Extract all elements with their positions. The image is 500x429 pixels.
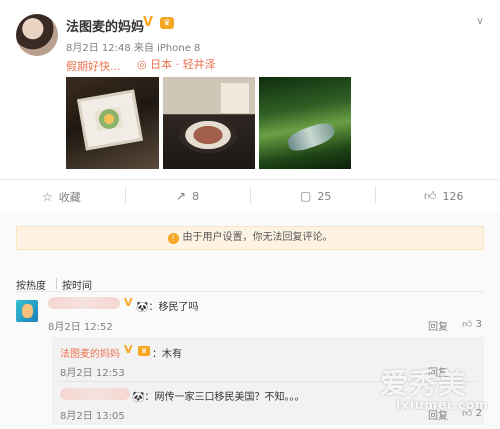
comment-like-button[interactable]: 👍︎ 3	[462, 318, 482, 330]
reply-time: 8月2日 12:53	[60, 368, 125, 379]
comment-time: 8月2日 12:52	[48, 322, 113, 333]
comment-button[interactable]: ▢ 25	[300, 189, 331, 203]
comment-icon: ▢	[300, 189, 312, 203]
reply-body: ：网传一家三口移民美国？不知。。。	[144, 392, 305, 403]
reply-text: 🐼：网传一家三口移民美国？不知。。。	[132, 388, 304, 403]
comment-count: 25	[317, 190, 332, 203]
divider	[56, 278, 57, 289]
post-source: iPhone 8	[157, 43, 201, 54]
blurred-username[interactable]	[48, 297, 120, 309]
sort-by-hot[interactable]: 按热度	[16, 277, 46, 292]
verified-badge-icon: V	[143, 15, 154, 30]
member-crown-icon: ♛	[138, 346, 150, 356]
divider	[125, 186, 126, 204]
chevron-down-icon[interactable]: ∨	[476, 14, 484, 27]
share-button[interactable]: ↗ 8	[176, 189, 199, 203]
collect-button[interactable]: ☆ 收藏	[42, 189, 81, 205]
photo-forest-stream[interactable]	[259, 77, 351, 169]
reply-username[interactable]: 法图麦的妈妈	[60, 345, 120, 360]
reply-text: ：木有	[152, 349, 182, 360]
divider	[250, 186, 251, 204]
share-count: 8	[192, 190, 200, 203]
thumbs-up-icon: 👍︎	[462, 319, 473, 330]
collect-label: 收藏	[58, 191, 81, 204]
like-button[interactable]: 👍︎ 126	[424, 189, 464, 204]
panda-emoji-icon: 🐼	[136, 302, 149, 313]
sort-by-time[interactable]: 按时间	[62, 277, 92, 292]
post-location[interactable]: ◎ 日本 · 轻井泽	[137, 56, 216, 72]
member-crown-icon: ♛	[160, 17, 174, 29]
panda-emoji-icon: 🐼	[132, 392, 145, 403]
verified-badge-icon: V	[124, 343, 133, 356]
divider	[375, 186, 376, 204]
photo-food-tray[interactable]	[66, 77, 159, 169]
location-pin-icon: ◎	[137, 58, 147, 71]
photo-restaurant-plate[interactable]	[163, 77, 255, 169]
location-label: 日本 · 轻井泽	[150, 58, 216, 71]
post-username[interactable]: 法图麦的妈妈	[66, 16, 144, 35]
post-meta: 8月2日 12:48 来自 iPhone 8	[66, 39, 200, 54]
reply-restriction-notice: ! 由于用户设置，你无法回复评论。	[16, 226, 484, 250]
blurred-username[interactable]	[60, 388, 130, 400]
star-icon: ☆	[42, 190, 53, 204]
reply-button[interactable]: 回复	[428, 318, 448, 333]
post-date[interactable]: 8月2日 12:48	[66, 43, 131, 54]
warning-icon: !	[167, 233, 179, 244]
verified-badge-icon: V	[124, 296, 133, 309]
thumbs-up-icon: 👍︎	[424, 189, 437, 203]
comment-text: 🐼：移民了吗	[136, 298, 198, 313]
share-icon: ↗	[176, 189, 187, 203]
comment-body: ：移民了吗	[148, 302, 199, 313]
watermark-url: ixiumei.com	[396, 398, 489, 412]
like-count: 126	[442, 190, 464, 203]
commenter-avatar[interactable]	[16, 300, 38, 322]
comment-like-count: 3	[475, 319, 483, 330]
watermark-logo: 爱秀美	[380, 367, 468, 400]
divider	[0, 179, 500, 180]
notice-text: 由于用户设置，你无法回复评论。	[182, 232, 333, 243]
divider	[16, 291, 484, 292]
reply-time: 8月2日 13:05	[60, 411, 125, 422]
source-prefix: 来自	[133, 43, 154, 54]
user-avatar[interactable]	[16, 14, 58, 56]
post-text: 假期好快...	[66, 60, 121, 73]
